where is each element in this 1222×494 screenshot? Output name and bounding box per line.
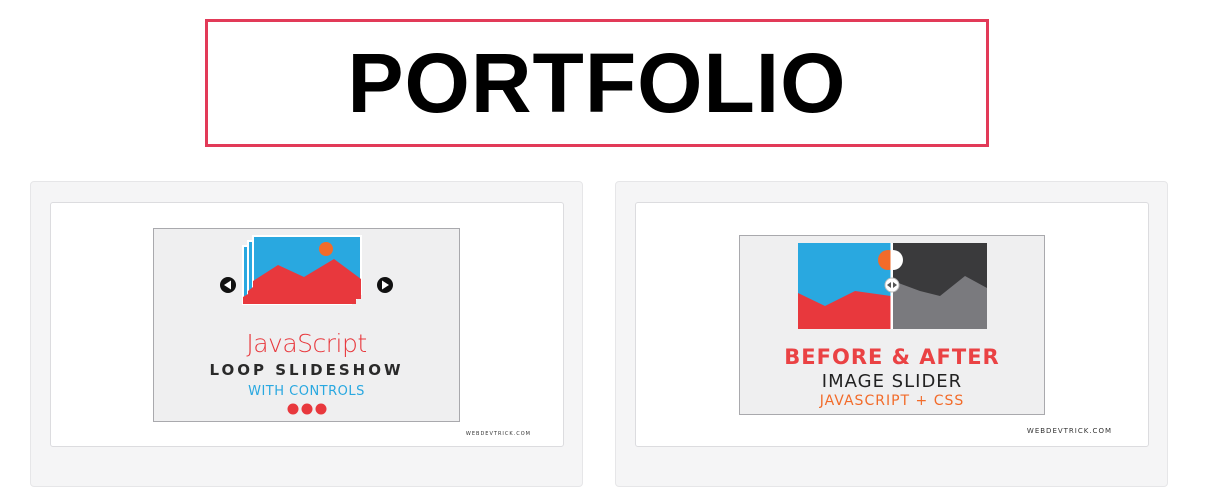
thumbnail-title: JavaScript (246, 329, 367, 358)
next-arrow-icon (377, 277, 393, 293)
thumbnail-tagline: WITH CONTROLS (248, 384, 365, 399)
thumbnail-subtitle: IMAGE SLIDER (821, 371, 963, 392)
portfolio-page: PORTFOLIO JavaScript LOOP SLIDESHOW WITH… (0, 0, 1222, 494)
page-title: PORTFOLIO (347, 36, 847, 130)
slider-dots-icon (287, 403, 327, 415)
thumbnail-tagline: JAVASCRIPT + CSS (819, 393, 965, 409)
brand-watermark: WEBDEVTRICK.COM (465, 431, 531, 437)
image-stack-icon (242, 235, 362, 305)
compare-handle-icon (884, 277, 900, 293)
prev-arrow-icon (220, 277, 236, 293)
portfolio-card-slideshow[interactable]: JavaScript LOOP SLIDESHOW WITH CONTROLS … (30, 181, 583, 487)
portfolio-thumbnail[interactable]: JavaScript LOOP SLIDESHOW WITH CONTROLS … (50, 202, 564, 447)
thumbnail-title: BEFORE & AFTER (784, 345, 1000, 369)
portfolio-thumbnail[interactable]: BEFORE & AFTER IMAGE SLIDER JAVASCRIPT +… (635, 202, 1149, 447)
page-title-box: PORTFOLIO (205, 19, 989, 147)
portfolio-card-before-after[interactable]: BEFORE & AFTER IMAGE SLIDER JAVASCRIPT +… (615, 181, 1168, 487)
thumbnail-artwork: BEFORE & AFTER IMAGE SLIDER JAVASCRIPT +… (739, 235, 1045, 415)
brand-watermark: WEBDEVTRICK.COM (1026, 427, 1112, 435)
thumbnail-artwork: JavaScript LOOP SLIDESHOW WITH CONTROLS (153, 228, 460, 422)
thumbnail-subtitle: LOOP SLIDESHOW (209, 361, 404, 379)
